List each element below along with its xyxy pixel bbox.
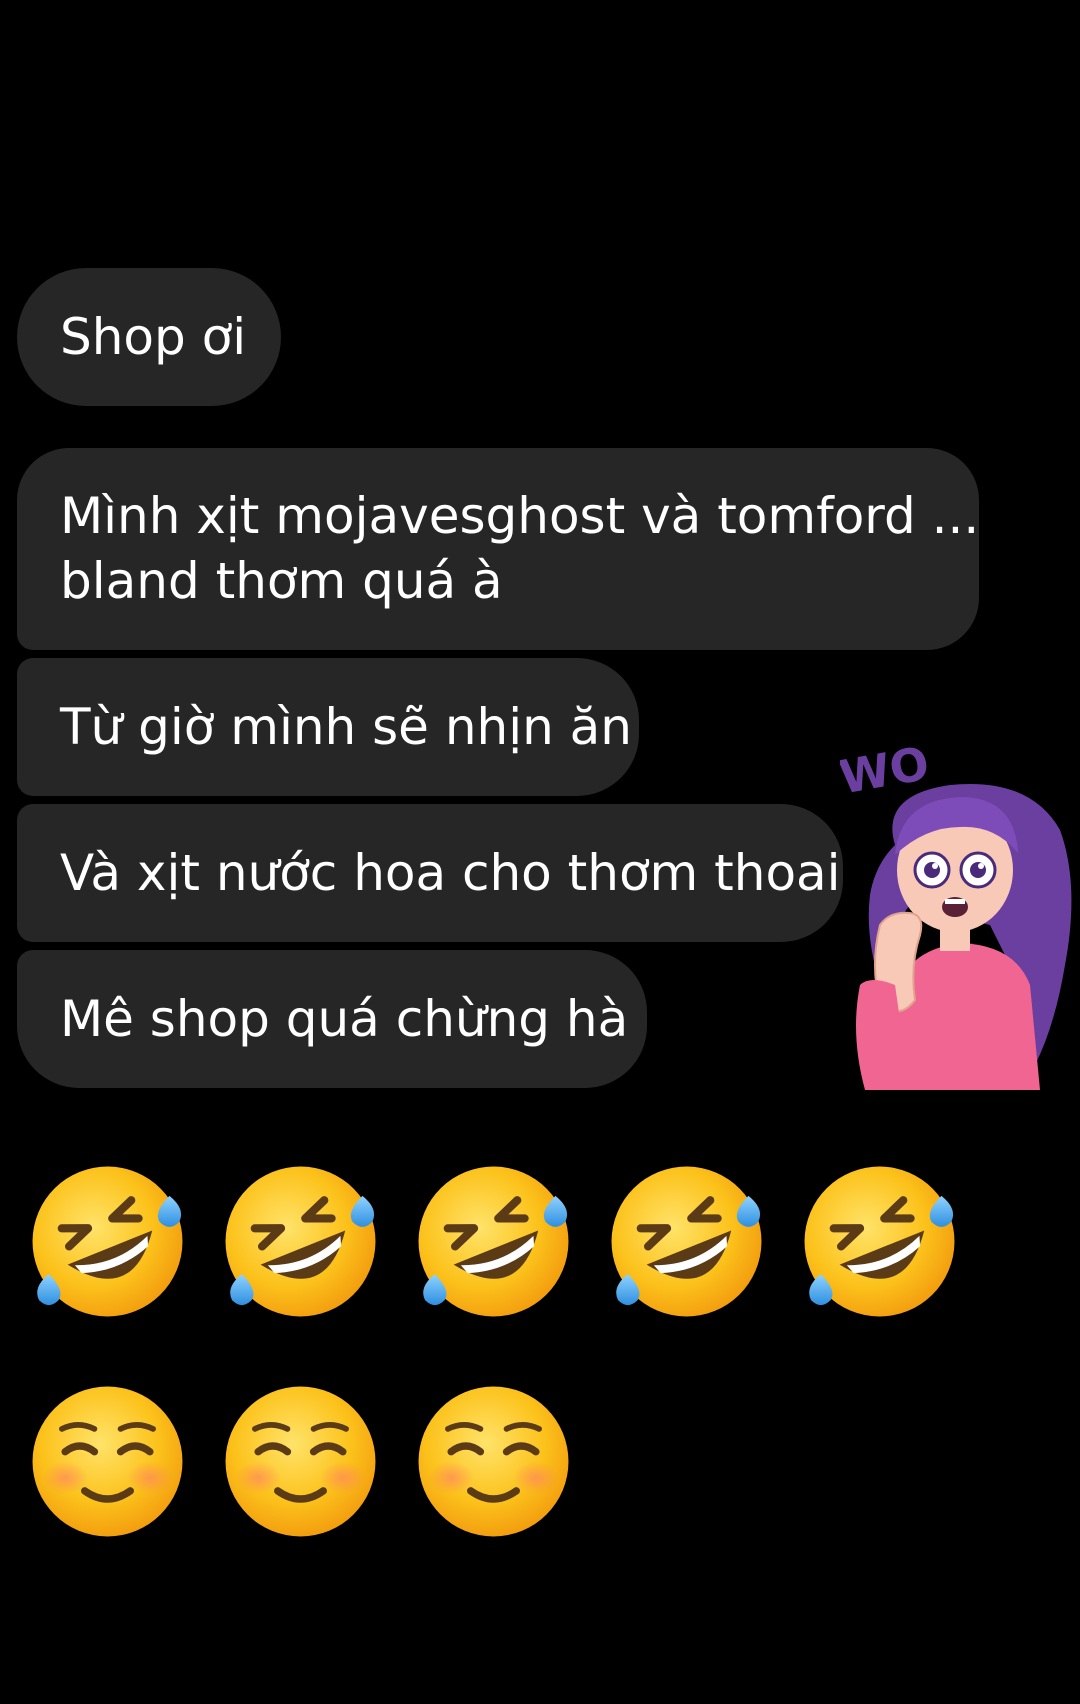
smiling-face-icon[interactable]	[412, 1380, 575, 1543]
message-text: Shop ơi	[60, 307, 247, 366]
message-text: Và xịt nước hoa cho thơm thoai	[60, 843, 841, 902]
message-bubble[interactable]: Shop ơi	[17, 268, 281, 406]
rolling-on-floor-laughing-icon[interactable]	[26, 1160, 189, 1323]
message-text: Mê shop quá chừng hà	[60, 989, 629, 1048]
surprised-girl-sticker[interactable]: WO	[840, 735, 1080, 1090]
message-bubble[interactable]: Và xịt nước hoa cho thơm thoai	[17, 804, 843, 942]
smiling-face-icon[interactable]	[26, 1380, 189, 1543]
message-text: bland thơm quá à	[60, 552, 503, 610]
message-text: Mình xịt mojavesghost và tomford ...	[60, 487, 980, 545]
emoji-row	[26, 1380, 575, 1543]
message-text: Từ giờ mình sẽ nhịn ăn	[60, 697, 632, 756]
rolling-on-floor-laughing-icon[interactable]	[605, 1160, 768, 1323]
emoji-row	[26, 1160, 961, 1323]
rolling-on-floor-laughing-icon[interactable]	[412, 1160, 575, 1323]
rolling-on-floor-laughing-icon[interactable]	[219, 1160, 382, 1323]
message-bubble[interactable]: Mình xịt mojavesghost và tomford ... bla…	[17, 448, 979, 650]
message-bubble[interactable]: Mê shop quá chừng hà	[17, 950, 647, 1088]
smiling-face-icon[interactable]	[219, 1380, 382, 1543]
rolling-on-floor-laughing-icon[interactable]	[798, 1160, 961, 1323]
chat-thread: Shop ơi Mình xịt mojavesghost và tomford…	[0, 0, 1080, 1704]
message-bubble[interactable]: Từ giờ mình sẽ nhịn ăn	[17, 658, 639, 796]
